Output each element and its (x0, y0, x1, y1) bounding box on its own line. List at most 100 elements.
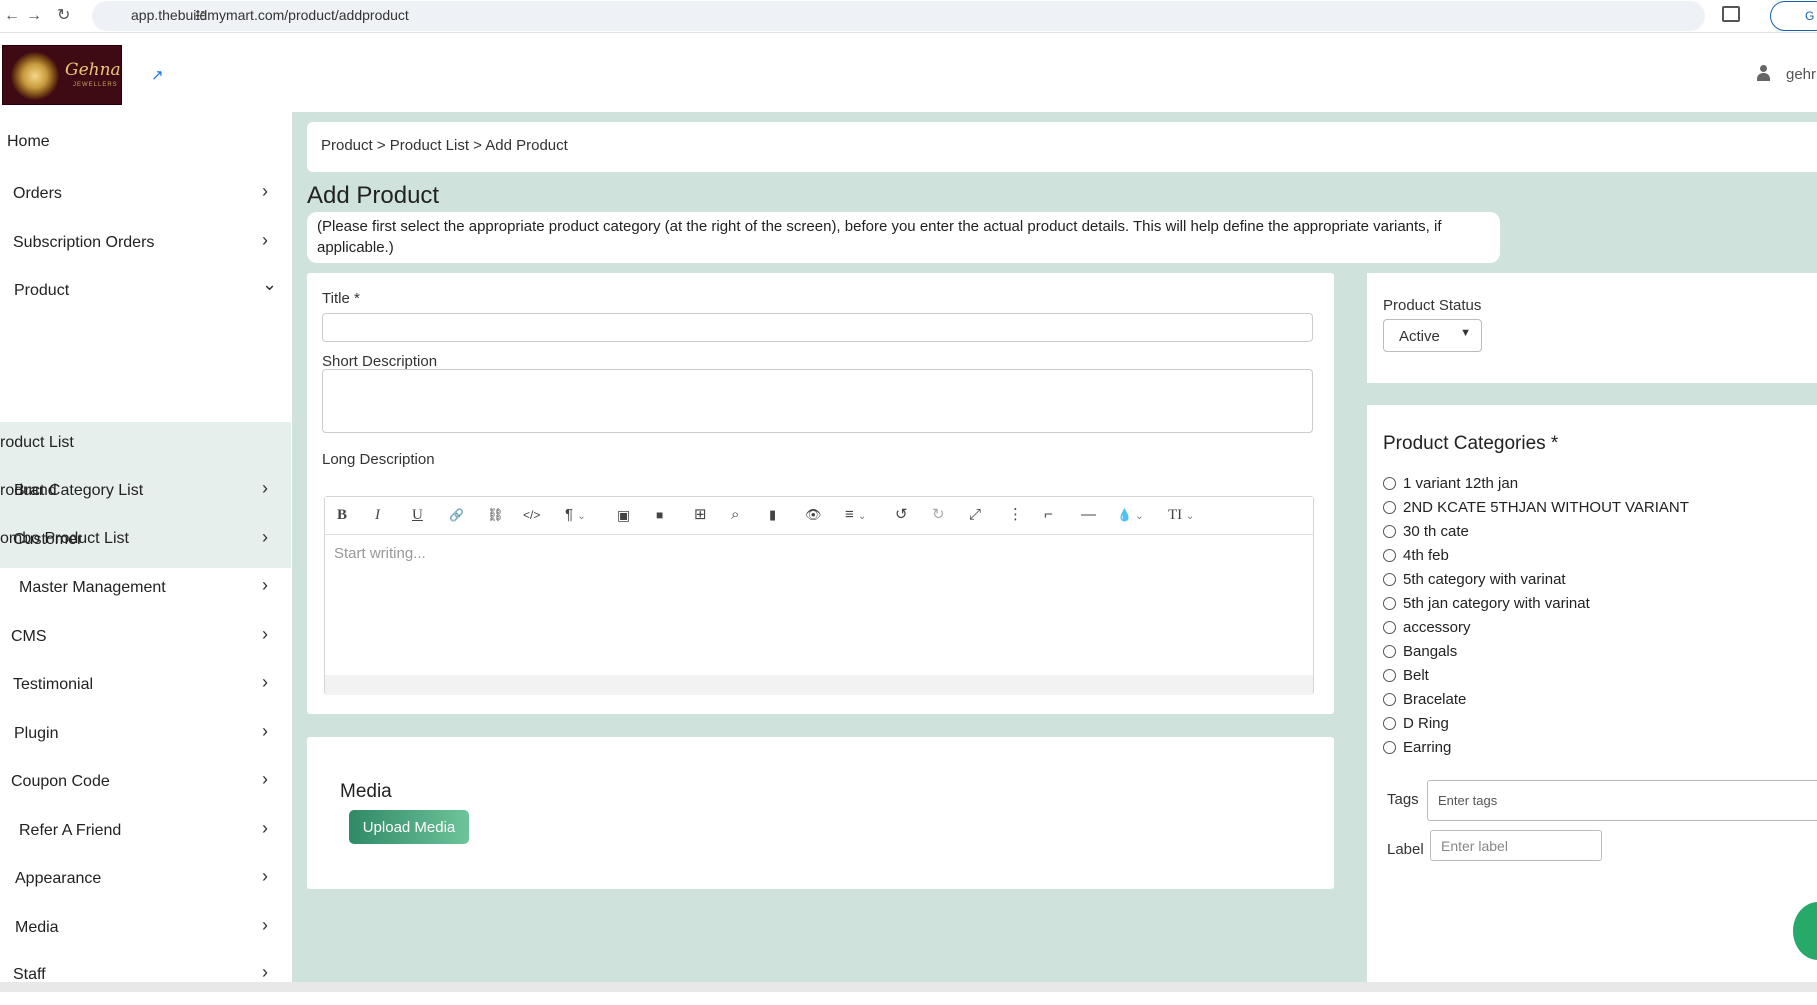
sidebar-item-coupon-code[interactable]: Coupon Code › (0, 761, 291, 805)
logo[interactable]: Gehna JEWELLERS (2, 45, 122, 105)
media-card: Media Upload Media (307, 737, 1334, 889)
chevron-right-icon: › (262, 230, 268, 250)
profile-button[interactable]: G (1770, 1, 1817, 31)
long-description-label: Long Description (322, 451, 435, 468)
short-description-textarea[interactable] (322, 369, 1313, 433)
product-status-value: Active (1399, 328, 1440, 345)
product-form-card: Title * Short Description Long Descripti… (307, 273, 1334, 714)
radio-icon[interactable] (1383, 549, 1396, 562)
category-notice: (Please first select the appropriate pro… (307, 212, 1500, 263)
radio-icon[interactable] (1383, 693, 1396, 706)
taskbar-strip (0, 982, 1817, 992)
sidebar-item-refer-a-friend[interactable]: Refer A Friend › (0, 810, 291, 854)
image-icon[interactable]: ▣ (617, 506, 630, 524)
radio-icon[interactable] (1383, 477, 1396, 490)
video-icon[interactable]: ■ (656, 506, 663, 524)
sidebar-item-orders[interactable]: Orders › (0, 173, 291, 217)
user-name[interactable]: gehr (1786, 66, 1816, 83)
redo-icon[interactable]: ↻ (932, 506, 945, 524)
sidebar-item-brand[interactable]: Brand › (0, 470, 291, 514)
file-icon[interactable]: ▮ (769, 506, 776, 524)
sidebar-item-label: Master Management (19, 579, 166, 596)
text-color-icon[interactable]: 💧 ⌄ (1117, 506, 1144, 526)
media-title: Media (340, 781, 392, 802)
unlink-icon[interactable]: ⛓ (487, 506, 504, 524)
sidebar-item-appearance[interactable]: Appearance › (0, 858, 291, 902)
undo-icon[interactable]: ↺ (895, 506, 908, 524)
underline-icon[interactable]: U (412, 506, 423, 524)
radio-icon[interactable] (1383, 597, 1396, 610)
align-icon[interactable]: ≡ ⌄ (845, 506, 866, 526)
sidebar-item-label: Home (7, 133, 50, 150)
label-input[interactable]: Enter label (1430, 830, 1602, 861)
sidebar-item-media[interactable]: Media › (0, 907, 291, 951)
sidebar-item-cms[interactable]: CMS › (0, 616, 291, 660)
preview-eye-icon[interactable]: 👁 (805, 506, 822, 524)
bold-icon[interactable]: B (337, 506, 347, 524)
sidebar-item-label: Orders (13, 185, 62, 202)
font-size-icon[interactable]: TI ⌄ (1168, 506, 1194, 526)
sidebar-item-product[interactable]: Product ⌄ (0, 270, 291, 314)
main-content: Product > Product List > Add Product Add… (292, 112, 1817, 1005)
radio-icon[interactable] (1383, 501, 1396, 514)
forward-icon[interactable]: → (26, 6, 42, 26)
url-text[interactable]: app.thebuildmymart.com/product/addproduc… (131, 7, 409, 23)
sidebar-item-plugin[interactable]: Plugin › (0, 713, 291, 757)
sidebar-item-testimonial[interactable]: Testimonial › (0, 664, 291, 708)
category-option-label: 5th jan category with varinat (1403, 595, 1590, 612)
sidebar-subitem-product-list[interactable]: roduct List (0, 434, 74, 452)
editor-resize-bar[interactable] (325, 675, 1313, 695)
user-icon[interactable] (1756, 65, 1771, 81)
fullscreen-icon[interactable]: ⤢ (969, 506, 981, 524)
format-painter-icon[interactable]: ⌐ (1044, 506, 1053, 524)
chevron-down-icon: ⌄ (577, 511, 586, 522)
product-status-select[interactable]: Active ▼ (1383, 319, 1482, 352)
back-icon[interactable]: ← (4, 6, 20, 26)
chevron-right-icon: › (262, 527, 268, 547)
code-view-icon[interactable]: </> (523, 506, 540, 524)
radio-icon[interactable] (1383, 525, 1396, 538)
category-option-label: D Ring (1403, 715, 1449, 732)
search-icon[interactable]: ⌕ (731, 506, 739, 524)
product-categories-title: Product Categories * (1383, 433, 1559, 454)
category-option-label: 1 variant 12th jan (1403, 475, 1519, 492)
page-title: Add Product (307, 182, 440, 209)
radio-icon[interactable] (1383, 717, 1396, 730)
upload-media-button[interactable]: Upload Media (349, 810, 469, 844)
sidebar-item-customer[interactable]: Customer › (0, 519, 291, 563)
tab-search-icon[interactable] (1722, 6, 1740, 22)
radio-icon[interactable] (1383, 573, 1396, 586)
tags-input[interactable]: Enter tags (1427, 780, 1817, 821)
horizontal-rule-icon[interactable]: — (1081, 506, 1096, 524)
chevron-right-icon: › (262, 721, 268, 741)
breadcrumb-card: Product > Product List > Add Product (307, 122, 1817, 172)
radio-icon[interactable] (1383, 741, 1396, 754)
chevron-down-icon: ⌄ (857, 511, 867, 522)
breadcrumb[interactable]: Product > Product List > Add Product (321, 137, 568, 154)
external-link-icon[interactable]: ↗ (151, 66, 164, 84)
sidebar-item-master-management[interactable]: Master Management › (0, 567, 291, 611)
chevron-right-icon: › (262, 575, 268, 595)
radio-icon[interactable] (1383, 621, 1396, 634)
short-description-label: Short Description (322, 353, 438, 370)
chevron-right-icon: › (262, 769, 268, 789)
link-icon[interactable]: 🔗 (449, 506, 464, 524)
table-icon[interactable]: ⊞ (694, 506, 707, 524)
more-vertical-icon[interactable]: ⋮ (1008, 506, 1023, 524)
chevron-right-icon: › (262, 181, 268, 201)
sidebar-item-label: Product (14, 282, 70, 299)
paragraph-icon[interactable]: ¶ ⌄ (565, 506, 586, 526)
sidebar-item-subscription-orders[interactable]: Subscription Orders › (0, 222, 291, 266)
product-status-label: Product Status (1383, 297, 1482, 314)
chevron-right-icon: › (262, 478, 268, 498)
chevron-right-icon: › (262, 818, 268, 838)
sidebar-item-home[interactable]: Home (0, 121, 291, 165)
sidebar-item-label: Coupon Code (11, 773, 110, 790)
radio-icon[interactable] (1383, 669, 1396, 682)
paragraph-glyph: ¶ (565, 506, 574, 523)
reload-icon[interactable]: ↻ (57, 6, 70, 26)
radio-icon[interactable] (1383, 645, 1396, 658)
title-input[interactable] (322, 313, 1313, 342)
editor-placeholder[interactable]: Start writing... (334, 545, 426, 562)
italic-icon[interactable]: I (375, 506, 380, 524)
